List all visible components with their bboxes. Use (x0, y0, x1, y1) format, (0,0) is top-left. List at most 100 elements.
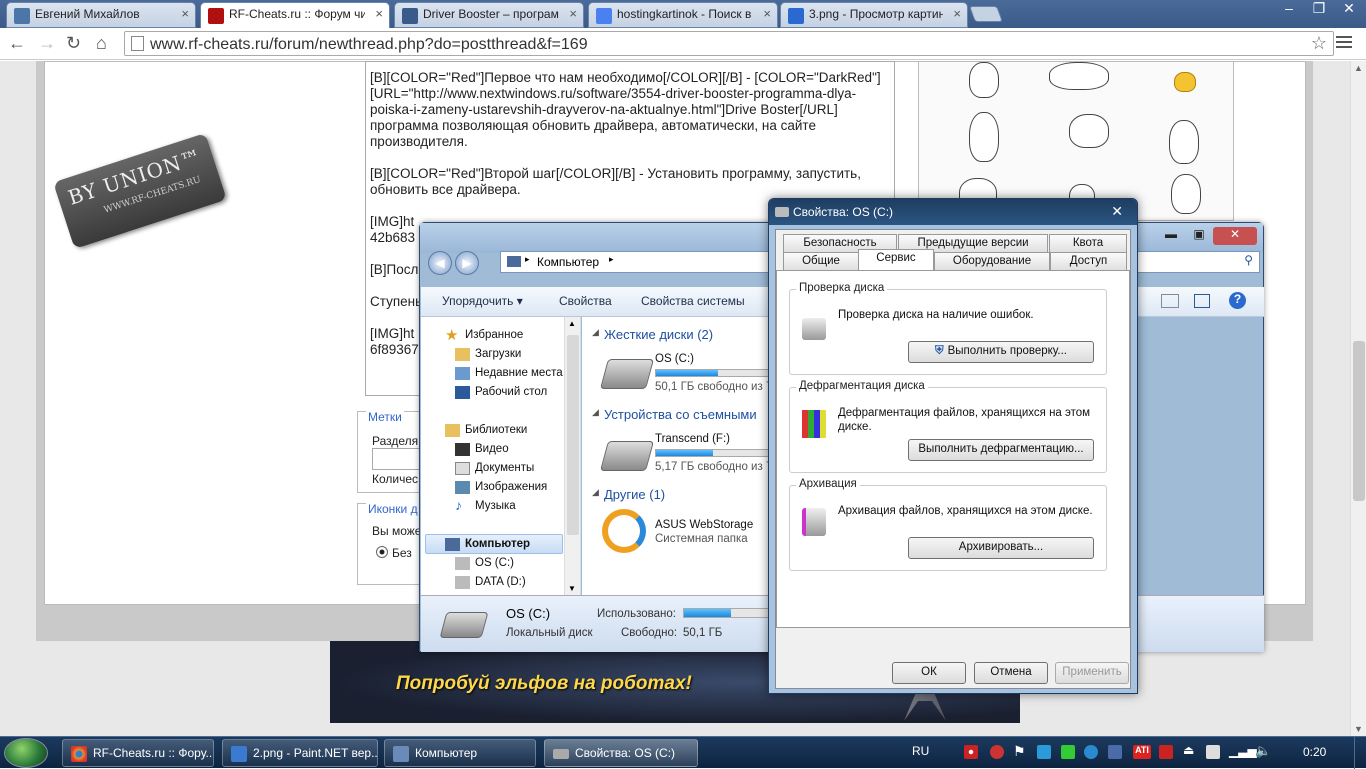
organize-button[interactable]: Упорядочить ▾ (442, 294, 523, 308)
nav-computer[interactable]: Компьютер (445, 538, 530, 551)
dialog-titlebar[interactable]: Свойства: OS (C:) ✕ (769, 199, 1137, 225)
scrollbar-thumb[interactable] (1353, 341, 1365, 501)
close-icon[interactable]: ✕ (1338, 0, 1360, 20)
home-icon[interactable]: ⌂ (96, 33, 107, 54)
smiley-icon[interactable] (969, 112, 999, 162)
nav-drive-c[interactable]: OS (C:) (455, 557, 514, 570)
collapse-icon[interactable]: ◢ (592, 327, 599, 338)
page-scrollbar[interactable]: ▲ ▼ (1350, 61, 1366, 736)
drive-c-name[interactable]: OS (C:) (655, 353, 694, 365)
tray-app-icon[interactable] (990, 745, 1004, 759)
close-icon[interactable]: ✕ (1213, 227, 1257, 245)
help-icon[interactable]: ? (1229, 292, 1246, 309)
bookmark-star-icon[interactable]: ☆ (1311, 33, 1327, 54)
nav-scrollbar[interactable]: ▲ ▼ (564, 317, 580, 595)
system-properties-button[interactable]: Свойства системы (641, 294, 745, 308)
smiley-icon[interactable] (1169, 120, 1199, 164)
webstorage-icon[interactable] (602, 509, 646, 553)
browser-tab-1[interactable]: Евгений Михайлов × (6, 2, 196, 28)
taskbar-item-paintnet[interactable]: 2.png - Paint.NET вер... (222, 739, 378, 767)
browser-tab-2[interactable]: RF-Cheats.ru :: Форум читерс × (200, 2, 390, 28)
tray-check-icon[interactable] (1061, 745, 1075, 759)
start-button[interactable] (4, 738, 48, 768)
drive-f-name[interactable]: Transcend (F:) (655, 433, 730, 445)
smiley-icon[interactable] (1049, 62, 1109, 90)
scroll-down-icon[interactable]: ▼ (568, 584, 576, 593)
scroll-up-icon[interactable]: ▲ (1354, 63, 1363, 73)
collapse-icon[interactable]: ◢ (592, 487, 599, 498)
nav-favorites[interactable]: ★ Избранное (445, 327, 523, 344)
nav-music[interactable]: ♪ Музыка (455, 497, 516, 513)
properties-button[interactable]: Свойства (559, 294, 612, 308)
tab-general[interactable]: Общие (783, 252, 859, 270)
back-icon[interactable]: ← (8, 33, 26, 54)
minimize-icon[interactable]: – (1278, 0, 1300, 20)
group-removable[interactable]: Устройства со съемными (604, 407, 757, 422)
nav-drive-d[interactable]: DATA (D:) (455, 576, 526, 589)
nav-desktop[interactable]: Рабочий стол (455, 386, 547, 399)
usb-drive-icon[interactable] (599, 441, 655, 471)
tray-app-icon[interactable] (1206, 745, 1220, 759)
maximize-icon[interactable]: ❐ (1308, 0, 1330, 20)
back-icon[interactable]: ◀ (428, 251, 452, 275)
scroll-down-icon[interactable]: ▼ (1354, 724, 1363, 734)
language-indicator[interactable]: RU (912, 744, 929, 758)
defrag-button[interactable]: Выполнить дефрагментацию... (908, 439, 1094, 461)
nav-pictures[interactable]: Изображения (455, 481, 547, 494)
preview-pane-icon[interactable] (1194, 294, 1210, 308)
close-icon[interactable]: × (953, 6, 961, 21)
close-icon[interactable]: × (181, 6, 189, 21)
maximize-icon[interactable]: ▣ (1185, 227, 1213, 245)
action-center-flag-icon[interactable]: ⚑ (1013, 743, 1027, 759)
close-icon[interactable]: × (375, 6, 383, 21)
scrollbar-thumb[interactable] (567, 335, 579, 535)
volume-icon[interactable]: 🔈 (1255, 743, 1271, 758)
taskbar-item-computer[interactable]: Компьютер (384, 739, 536, 767)
check-disk-button[interactable]: ⛨ Выполнить проверку... (908, 341, 1094, 363)
address-bar[interactable]: www.rf-cheats.ru/forum/newthread.php?do=… (124, 31, 1334, 56)
nav-recent[interactable]: Недавние места (455, 367, 563, 380)
no-icon-radio[interactable] (376, 546, 388, 558)
forward-icon[interactable]: ▶ (455, 251, 479, 275)
scroll-up-icon[interactable]: ▲ (568, 319, 576, 328)
tab-hardware[interactable]: Оборудование (934, 252, 1050, 270)
tab-tools[interactable]: Сервис (858, 249, 934, 270)
breadcrumb[interactable]: Компьютер (537, 255, 599, 269)
webstorage-name[interactable]: ASUS WebStorage (655, 519, 753, 531)
antivirus-icon[interactable] (964, 745, 978, 759)
reload-icon[interactable]: ↻ (66, 33, 81, 54)
group-other[interactable]: Другие (1) (604, 487, 665, 502)
smiley-icon[interactable] (1171, 174, 1201, 214)
close-icon[interactable]: × (569, 6, 577, 21)
tray-app-icon[interactable] (1037, 745, 1051, 759)
smiley-icon[interactable] (1069, 114, 1109, 148)
apply-button[interactable]: Применить (1055, 662, 1129, 684)
menu-icon[interactable] (1336, 36, 1352, 48)
show-desktop-button[interactable] (1354, 737, 1366, 769)
nav-downloads[interactable]: Загрузки (455, 348, 521, 361)
nav-documents[interactable]: Документы (455, 462, 534, 475)
network-icon[interactable]: ▁▃▅ (1229, 744, 1257, 758)
taskbar-item-properties[interactable]: Свойства: OS (C:) (544, 739, 698, 767)
close-icon[interactable]: × (763, 6, 771, 21)
search-icon[interactable]: ⚲ (1244, 253, 1253, 267)
usb-eject-icon[interactable]: ⏏ (1183, 743, 1197, 757)
browser-tab-5[interactable]: 3.png - Просмотр картин × (780, 2, 968, 28)
browser-tab-3[interactable]: Driver Booster – программ × (394, 2, 584, 28)
clock[interactable]: 0:20 (1303, 745, 1326, 759)
tab-sharing[interactable]: Доступ (1050, 252, 1127, 270)
tab-quota[interactable]: Квота (1049, 234, 1127, 252)
tray-app-icon[interactable] (1084, 745, 1098, 759)
view-options-icon[interactable] (1161, 294, 1179, 308)
smiley-icon[interactable] (1174, 72, 1196, 92)
taskbar-item-chrome[interactable]: RF-Cheats.ru :: Фору... (62, 739, 214, 767)
nav-libraries[interactable]: Библиотеки (445, 424, 527, 437)
browser-tab-4[interactable]: hostingkartinok - Поиск в × (588, 2, 778, 28)
smiley-icon[interactable] (969, 62, 999, 98)
bluetooth-icon[interactable] (1108, 745, 1122, 759)
ok-button[interactable]: ОК (892, 662, 966, 684)
forward-icon[interactable]: → (38, 33, 56, 54)
cancel-button[interactable]: Отмена (974, 662, 1048, 684)
close-icon[interactable]: ✕ (1111, 203, 1123, 220)
nav-video[interactable]: Видео (455, 443, 509, 456)
